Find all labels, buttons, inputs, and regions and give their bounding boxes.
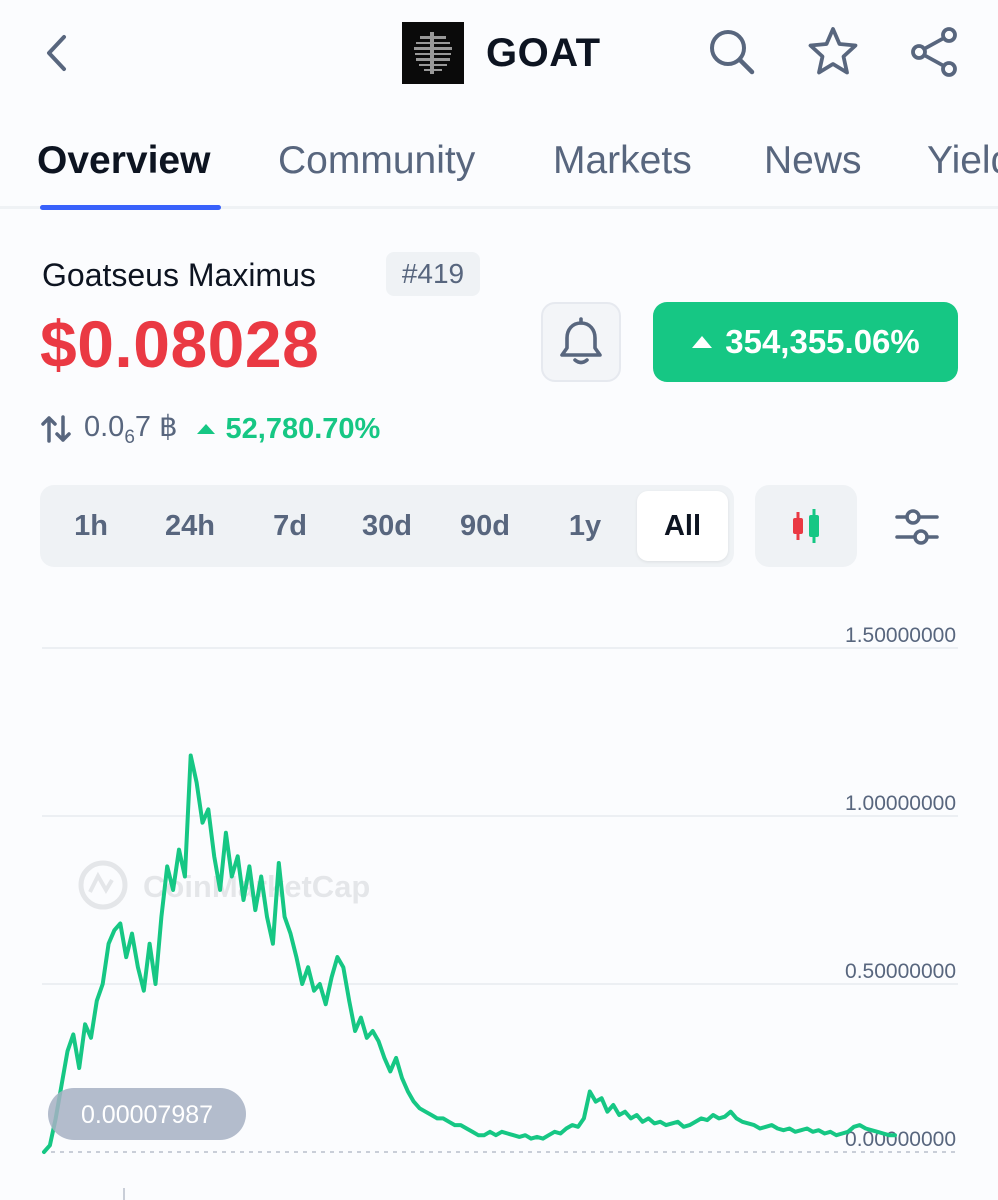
coin-tabs: Overview Community Markets News Yield xyxy=(0,130,998,208)
chart-settings-button[interactable] xyxy=(886,496,948,558)
coin-symbol-title: GOAT xyxy=(486,31,601,75)
caret-up-icon xyxy=(692,336,713,348)
coin-price: $0.08028 xyxy=(40,307,320,381)
all-time-change-value: 354,355.06% xyxy=(725,323,920,360)
rank-badge: #419 xyxy=(386,252,480,296)
coin-logo xyxy=(402,22,464,84)
search-button[interactable] xyxy=(704,24,760,80)
share-icon xyxy=(911,27,957,77)
range-1y[interactable]: 1y xyxy=(540,491,630,561)
watchlist-star-button[interactable] xyxy=(805,24,861,80)
all-time-change-badge: 354,355.06% xyxy=(653,302,958,382)
btc-change: 52,780.70% xyxy=(225,412,381,445)
range-90d[interactable]: 90d xyxy=(440,491,530,561)
y-tick-label: 1.50000000 xyxy=(845,624,956,647)
tab-overview[interactable]: Overview xyxy=(37,138,210,184)
active-tab-indicator xyxy=(40,205,221,210)
tab-community[interactable]: Community xyxy=(278,138,475,184)
chevron-left-icon xyxy=(47,35,66,71)
share-button[interactable] xyxy=(906,24,962,80)
btc-price: 0.067 ฿ xyxy=(84,411,178,448)
tab-markets[interactable]: Markets xyxy=(553,138,692,184)
range-7d[interactable]: 7d xyxy=(245,491,335,561)
coin-name: Goatseus Maximus xyxy=(42,257,316,293)
time-range-selector: 1h 24h 7d 30d 90d 1y All xyxy=(40,485,734,567)
y-tick-label: 0.00000000 xyxy=(845,1128,956,1151)
caret-up-icon xyxy=(196,424,215,434)
tab-yield[interactable]: Yield xyxy=(927,138,998,184)
range-1h[interactable]: 1h xyxy=(50,491,132,561)
price-chart[interactable]: CoinMarketCap 1.50000000 1.00000000 0.5000… xyxy=(0,600,998,1200)
star-icon xyxy=(808,27,858,75)
start-price-label: 0.00007987 xyxy=(81,1101,213,1129)
tab-news[interactable]: News xyxy=(764,138,862,184)
swap-arrows-icon[interactable] xyxy=(40,413,72,445)
y-tick-label: 0.50000000 xyxy=(845,960,956,983)
range-30d[interactable]: 30d xyxy=(342,491,432,561)
start-price-pill: 0.00007987 xyxy=(48,1088,246,1140)
coinmarketcap-watermark: CoinMarketCap xyxy=(78,860,370,910)
y-tick-label: 1.00000000 xyxy=(845,792,956,815)
btc-price-row: 0.067 ฿ 52,780.70% xyxy=(40,406,380,452)
bell-icon xyxy=(560,317,602,365)
range-all[interactable]: All xyxy=(637,491,728,561)
candlestick-icon xyxy=(793,509,819,543)
back-button[interactable] xyxy=(36,30,76,76)
price-alert-button[interactable] xyxy=(541,302,621,382)
candlestick-toggle-button[interactable] xyxy=(755,485,857,567)
range-24h[interactable]: 24h xyxy=(145,491,235,561)
sliders-icon xyxy=(895,509,939,545)
search-icon xyxy=(710,30,755,75)
